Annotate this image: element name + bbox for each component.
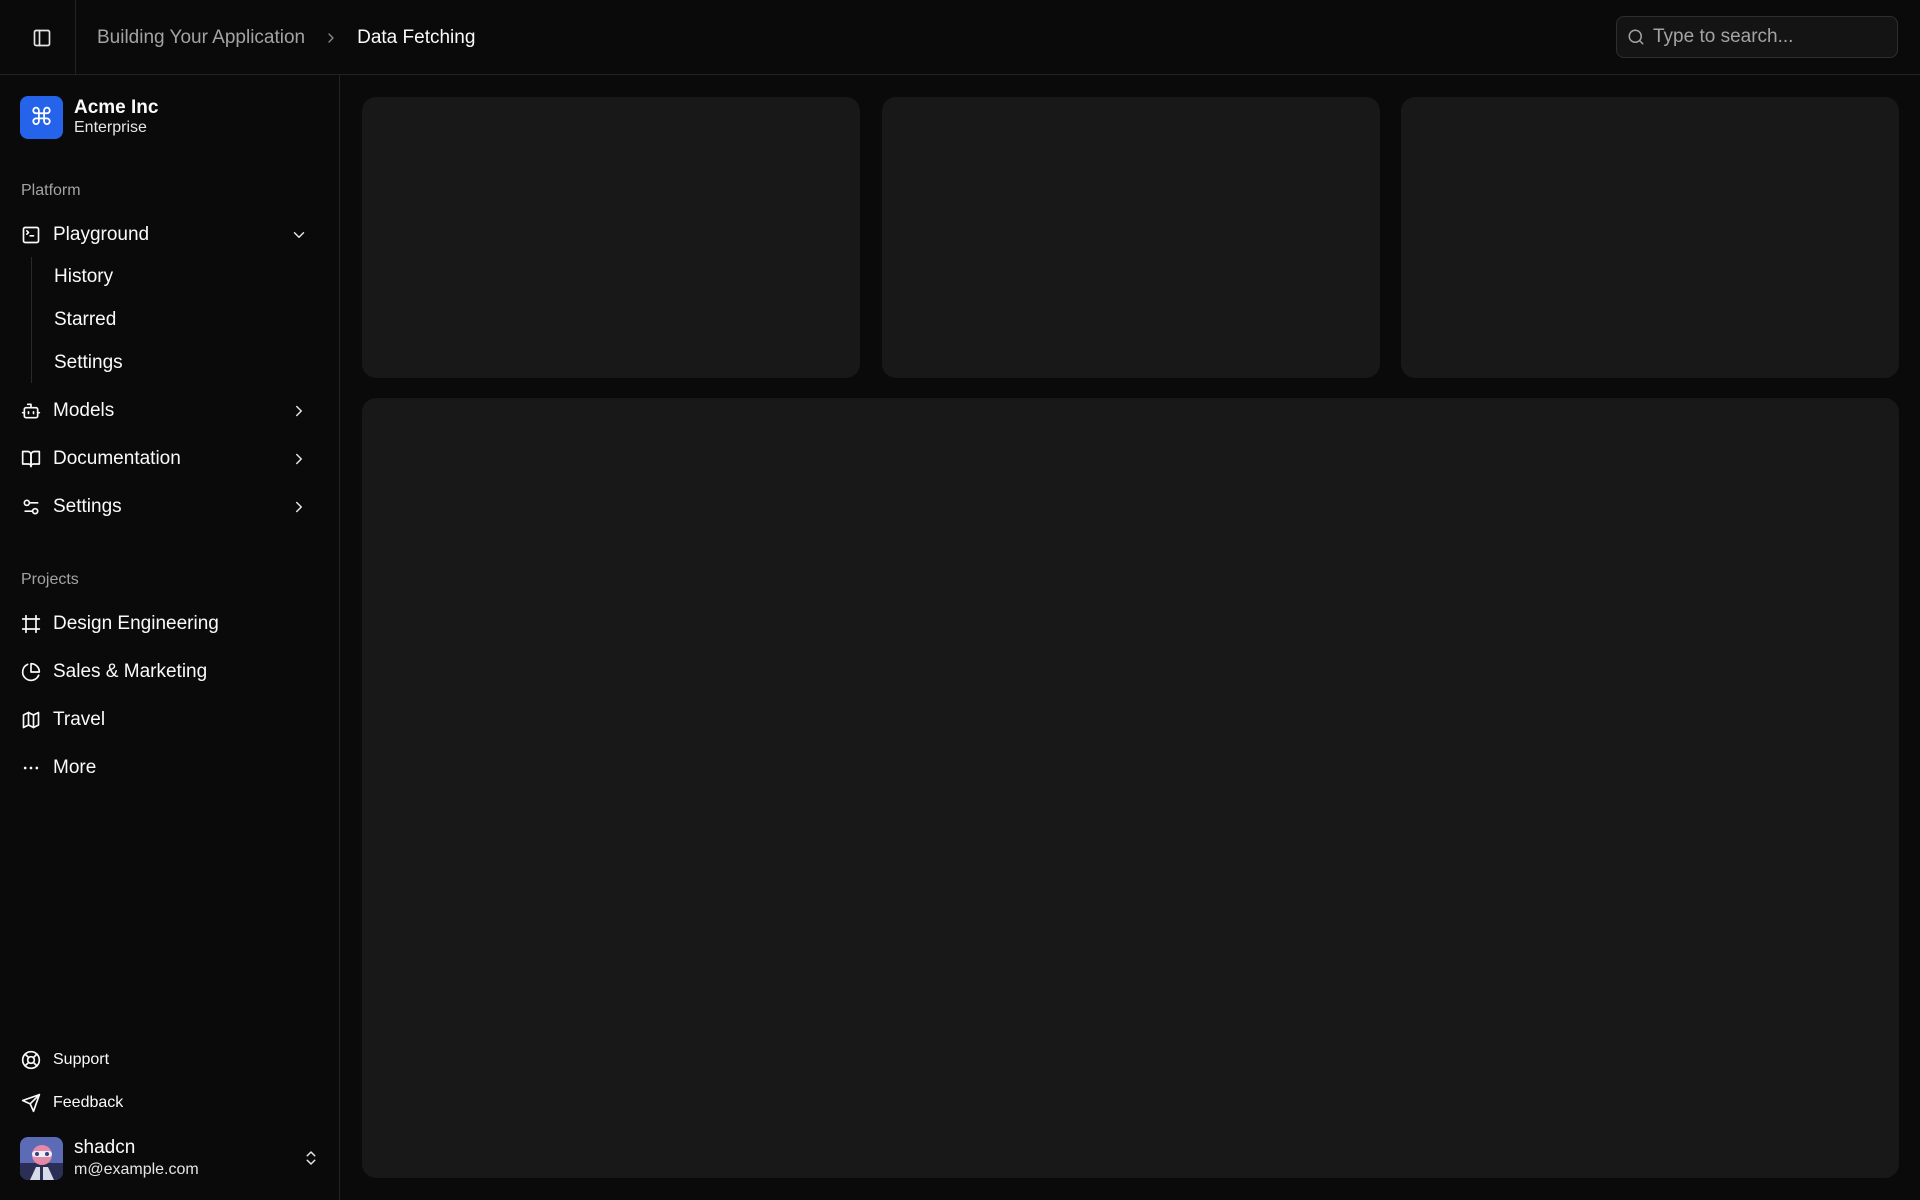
search-box — [1616, 16, 1898, 58]
breadcrumb-parent-link[interactable]: Building Your Application — [97, 27, 305, 49]
command-icon: ⌘ — [20, 95, 63, 139]
more-horizontal-icon — [21, 758, 41, 778]
sidebar-item-documentation[interactable]: Documentation — [12, 439, 328, 479]
chevron-right-icon — [290, 402, 308, 420]
support-link[interactable]: Support — [12, 1042, 328, 1078]
project-item-label: Sales & Marketing — [53, 661, 208, 682]
sidebar-subitem-settings[interactable]: Settings — [44, 345, 324, 381]
map-icon — [21, 710, 41, 730]
sidebar: ⌘ Acme Inc Enterprise Platform Playgroun… — [0, 75, 340, 1200]
placeholder-panel-main — [362, 398, 1899, 1178]
team-plan: Enterprise — [74, 118, 147, 136]
project-item-design-engineering[interactable]: Design Engineering — [12, 604, 328, 644]
sidebar-subitem-history[interactable]: History — [44, 259, 324, 295]
project-item-more[interactable]: More — [12, 748, 328, 788]
sidebar-item-label: Models — [53, 400, 115, 421]
terminal-square-icon — [21, 225, 41, 245]
submenu-guide-line — [31, 257, 32, 383]
breadcrumb: Building Your Application Data Fetching — [97, 0, 475, 75]
group-label-projects: Projects — [21, 571, 79, 588]
topbar-divider — [75, 0, 76, 75]
feedback-link[interactable]: Feedback — [12, 1085, 328, 1121]
sidebar-item-label: Playground — [53, 224, 150, 245]
placeholder-card-1 — [362, 97, 860, 378]
book-open-icon — [21, 449, 41, 469]
sidebar-item-playground[interactable]: Playground — [12, 215, 328, 255]
user-name: shadcn — [74, 1137, 136, 1158]
feedback-label: Feedback — [53, 1094, 124, 1111]
sidebar-subitem-starred[interactable]: Starred — [44, 302, 324, 338]
frame-icon — [21, 614, 41, 634]
placeholder-card-3 — [1401, 97, 1899, 378]
group-label-platform: Platform — [21, 182, 81, 199]
life-buoy-icon — [21, 1050, 41, 1070]
settings-2-icon — [21, 497, 41, 517]
breadcrumb-current-page: Data Fetching — [357, 26, 476, 48]
pie-chart-icon — [21, 662, 41, 682]
bot-icon — [21, 401, 41, 421]
chevron-right-icon — [323, 30, 339, 46]
project-item-sales-marketing[interactable]: Sales & Marketing — [12, 652, 328, 692]
chevron-right-icon — [290, 498, 308, 516]
project-item-label: Travel — [53, 709, 106, 730]
search-icon — [1627, 28, 1645, 46]
avatar — [20, 1136, 63, 1180]
top-bar: Building Your Application Data Fetching — [0, 0, 1920, 75]
sidebar-item-settings[interactable]: Settings — [12, 487, 328, 527]
send-icon — [21, 1093, 41, 1113]
project-item-label: More — [53, 757, 97, 778]
support-label: Support — [53, 1051, 110, 1068]
placeholder-card-2 — [882, 97, 1380, 378]
user-menu[interactable]: shadcn m@example.com — [20, 1135, 320, 1181]
search-input[interactable] — [1653, 26, 1893, 48]
chevron-down-icon — [290, 226, 308, 244]
project-item-travel[interactable]: Travel — [12, 700, 328, 740]
sidebar-toggle-button[interactable] — [24, 20, 60, 56]
team-name: Acme Inc — [74, 96, 159, 118]
chevrons-up-down-icon — [302, 1149, 320, 1167]
sidebar-item-label: Documentation — [53, 448, 181, 469]
sidebar-item-models[interactable]: Models — [12, 391, 328, 431]
user-email: m@example.com — [74, 1160, 199, 1178]
team-switcher[interactable]: ⌘ Acme Inc Enterprise — [20, 95, 158, 139]
sidebar-item-label: Settings — [53, 496, 122, 517]
chevron-right-icon — [290, 450, 308, 468]
project-item-label: Design Engineering — [53, 613, 219, 634]
panel-left-icon — [32, 28, 52, 48]
